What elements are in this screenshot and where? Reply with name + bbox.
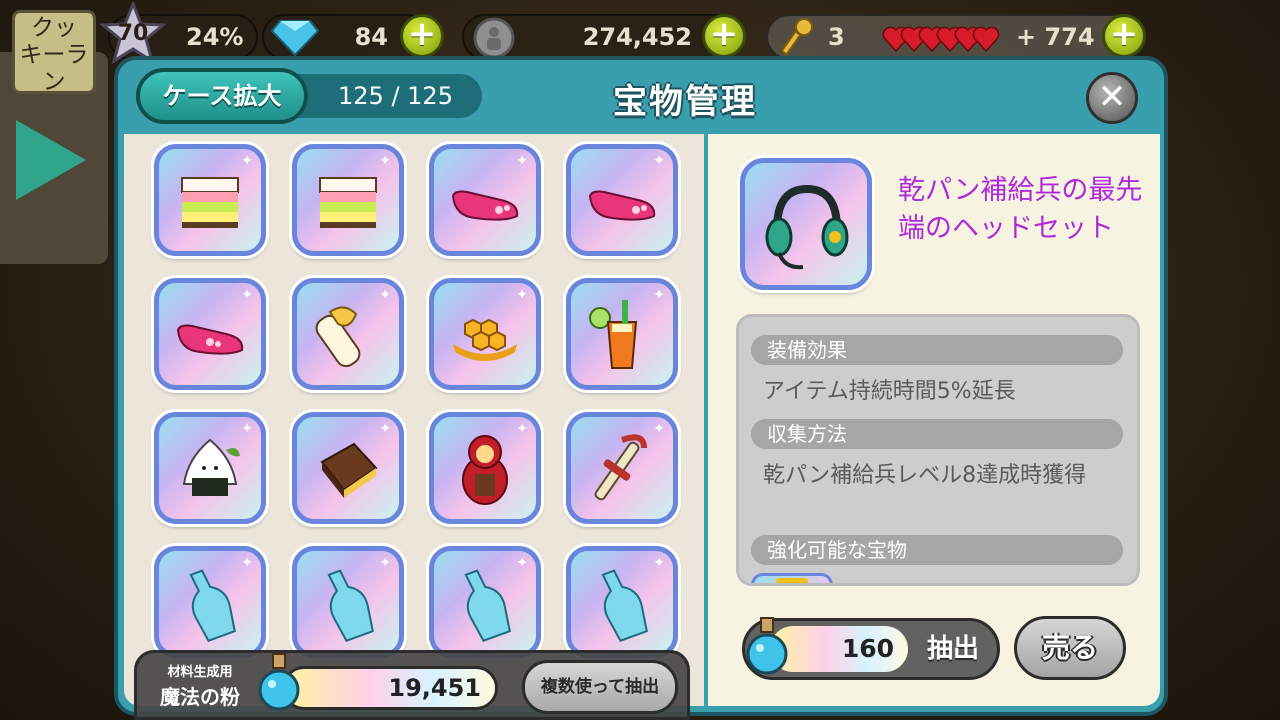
rainbow-cake-icon xyxy=(319,177,377,228)
soda-bottle-icon xyxy=(601,569,648,642)
soda-bottle-icon xyxy=(327,569,374,642)
pink-shoe-icon xyxy=(176,324,244,355)
obtain-text: 乾パン補給兵レベル8達成時獲得 xyxy=(763,463,1087,488)
upgrade-header: 強化可能な宝物 xyxy=(751,535,1123,565)
case-count: 125 / 125 xyxy=(290,74,482,118)
treasure-grid xyxy=(124,134,704,706)
treasure-slot[interactable] xyxy=(154,144,266,256)
honeycomb-icon xyxy=(453,318,517,361)
level-star-badge: 70 xyxy=(100,2,166,64)
chocolate-box-icon xyxy=(320,442,378,498)
pink-shoe-icon xyxy=(588,190,656,221)
multi-extract-button[interactable]: 複数使って抽出 xyxy=(522,660,678,714)
effect-text: アイテム持続時間5%延長 xyxy=(763,379,1016,404)
juice-glass-icon xyxy=(589,300,638,369)
treasure-slot[interactable] xyxy=(566,278,678,390)
add-crystal-button[interactable]: + xyxy=(400,14,444,58)
treasure-slot[interactable] xyxy=(154,546,266,658)
soda-bottle-icon xyxy=(464,569,511,642)
treasure-slot[interactable] xyxy=(154,412,266,524)
treasure-slot[interactable] xyxy=(429,278,541,390)
matryoshka-icon xyxy=(462,435,508,505)
treasure-slot[interactable] xyxy=(292,412,404,524)
cookie-run-button[interactable]: クッ キーラ ン xyxy=(12,10,96,95)
key-icon xyxy=(782,18,813,56)
treasure-name: 乾パン補給兵の最先端のヘッドセット xyxy=(898,175,1143,244)
treasure-slot[interactable] xyxy=(566,144,678,256)
treasure-slot[interactable] xyxy=(154,278,266,390)
treasure-slot[interactable] xyxy=(292,144,404,256)
powder-label-big: 魔法の粉 xyxy=(160,685,240,709)
treasure-slot[interactable] xyxy=(566,412,678,524)
key-heart-bar: 3 + 774 xyxy=(766,14,1146,60)
potion-icon xyxy=(746,617,788,675)
bone-sword-icon xyxy=(594,434,647,501)
treasure-slot[interactable] xyxy=(292,546,404,658)
play-arrow-icon[interactable] xyxy=(16,120,86,200)
crystal-icon xyxy=(270,20,320,57)
powder-label: 材料生成用 魔法の粉 xyxy=(154,662,246,708)
case-expand-button[interactable]: ケース拡大 xyxy=(136,68,308,124)
pink-shoe-icon xyxy=(451,190,519,221)
panel-title: 宝物管理 xyxy=(613,82,757,122)
sell-button[interactable]: 売る xyxy=(1014,616,1126,680)
treasure-slot[interactable] xyxy=(292,278,404,390)
coin-count: 274,452 xyxy=(582,23,692,51)
player-level: 70 xyxy=(117,20,149,46)
obtain-header: 収集方法 xyxy=(751,419,1123,449)
treasure-info-box[interactable]: 装備効果 アイテム持続時間5%延長 収集方法 乾パン補給兵レベル8達成時獲得 強… xyxy=(736,314,1140,586)
soda-bottle-icon xyxy=(189,569,236,642)
potion-icon xyxy=(258,653,300,711)
powder-label-small: 材料生成用 xyxy=(167,665,233,680)
heart-extra-count: + 774 xyxy=(1016,23,1095,51)
upgradeable-treasure-slot[interactable] xyxy=(751,573,833,583)
rainbow-cake-icon xyxy=(181,177,239,228)
rice-ball-icon xyxy=(182,438,240,496)
add-heart-button[interactable]: + xyxy=(1102,14,1146,58)
extract-count: 160 xyxy=(770,626,908,672)
exp-percent: 24% xyxy=(186,23,244,51)
powder-value: 19,451 xyxy=(282,666,498,710)
selected-treasure-icon xyxy=(740,158,872,290)
key-count: 3 xyxy=(828,23,845,51)
extract-button[interactable]: 抽出 xyxy=(912,626,994,672)
close-button[interactable]: ✕ xyxy=(1086,72,1138,124)
treasure-slot[interactable] xyxy=(566,546,678,658)
effect-header: 装備効果 xyxy=(751,335,1123,365)
headset-icon xyxy=(765,184,849,270)
hearts-icon xyxy=(882,26,1000,53)
coin-bar: 274,452 xyxy=(462,14,740,60)
coin-icon xyxy=(473,17,515,59)
treasure-slot[interactable] xyxy=(429,546,541,658)
add-coin-button[interactable]: + xyxy=(702,14,746,58)
crystal-count: 84 xyxy=(354,23,388,51)
butter-roll-icon xyxy=(315,306,361,368)
treasure-slot[interactable] xyxy=(429,144,541,256)
treasure-slot[interactable] xyxy=(429,412,541,524)
